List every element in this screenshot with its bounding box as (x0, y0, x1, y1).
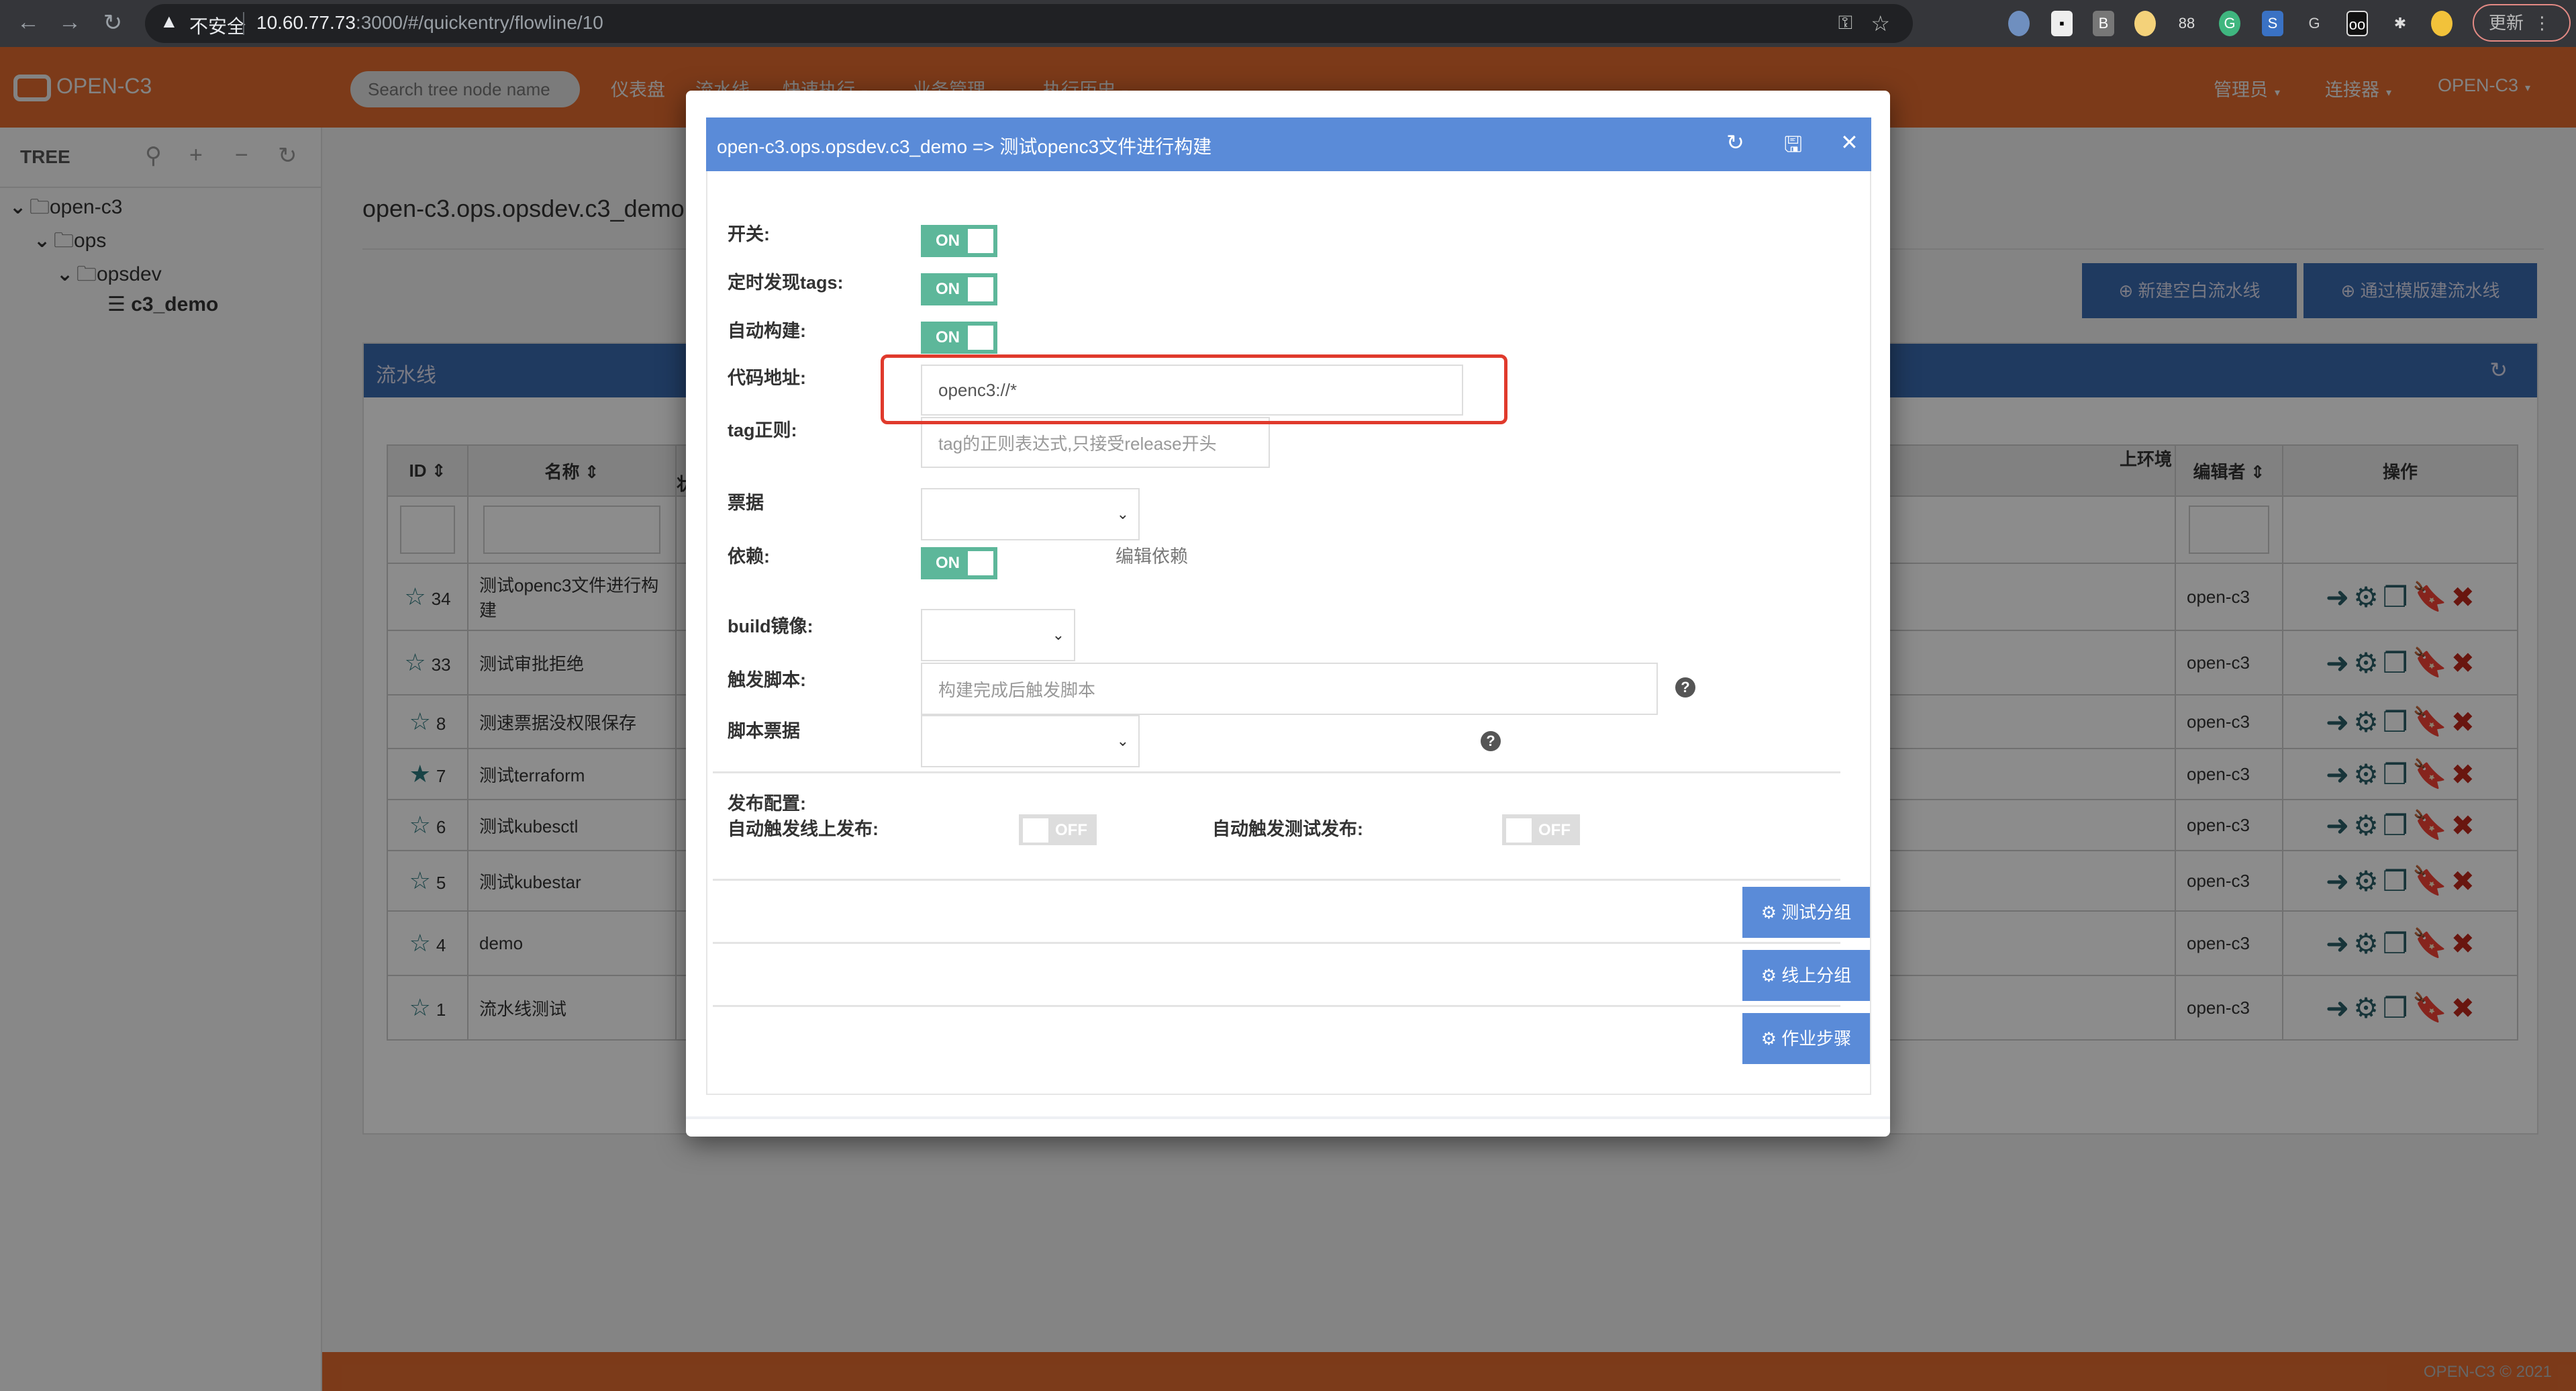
extension-icon[interactable]: G (2219, 11, 2240, 36)
tag-discover-toggle[interactable]: ON (921, 273, 997, 305)
code-address-label: 代码地址: (728, 368, 806, 388)
url-host: 10.60.77.73 (256, 12, 356, 33)
divider (713, 1005, 1840, 1007)
toggle-state: ON (936, 328, 960, 346)
tag-regex-input[interactable]: tag的正则表达式,只接受release开头 (921, 417, 1270, 468)
extension-icon[interactable]: ▪ (2051, 11, 2073, 36)
puzzle-icon[interactable]: ✱ (2389, 11, 2411, 36)
extension-icon[interactable]: 88 (2176, 11, 2197, 36)
extension-icon[interactable]: oo (2346, 11, 2368, 36)
toggle-state: OFF (1055, 821, 1087, 839)
toggle-knob (968, 277, 993, 301)
help-icon[interactable]: ? (1675, 677, 1695, 698)
toggle-knob (1023, 818, 1048, 843)
trigger-script-label: 触发脚本: (728, 670, 806, 690)
script-ticket-select[interactable]: ⌄ (921, 715, 1140, 767)
chevron-down-icon: ⌄ (1116, 506, 1129, 522)
job-steps-button[interactable]: ⚙ 作业步骤 (1742, 1013, 1870, 1064)
toggle-state: ON (936, 280, 960, 298)
modal-header: open-c3.ops.opsdev.c3_demo => 测试openc3文件… (706, 117, 1871, 171)
security-label: 不安全 (189, 16, 246, 37)
input-placeholder: tag的正则表达式,只接受release开头 (938, 433, 1217, 454)
toggle-state: ON (936, 554, 960, 572)
extension-icon[interactable]: B (2093, 11, 2114, 36)
publish-config-label: 发布配置: (728, 794, 806, 814)
dependency-toggle[interactable]: ON (921, 547, 997, 579)
ticket-label: 票据 (728, 493, 764, 513)
profile-avatar[interactable] (2431, 11, 2453, 36)
forward-icon[interactable]: → (55, 9, 85, 36)
cogs-icon: ⚙ (1761, 965, 1782, 986)
toggle-knob (968, 551, 993, 575)
auto-build-label: 自动构建: (728, 321, 806, 341)
auto-test-label: 自动触发测试发布: (1212, 819, 1363, 839)
google-icon[interactable]: G (2303, 11, 2325, 36)
auto-test-toggle[interactable]: OFF (1502, 814, 1580, 845)
modal-footer-divider (686, 1116, 1890, 1119)
build-image-select[interactable]: ⌄ (921, 609, 1075, 661)
key-icon[interactable]: ⚿ (1838, 12, 1852, 34)
edit-dependency-link[interactable]: 编辑依赖 (1116, 542, 1188, 568)
reload-icon[interactable]: ↻ (98, 9, 128, 36)
toggle-knob (968, 326, 993, 350)
close-icon[interactable]: ✕ (1840, 130, 1859, 155)
toggle-state: ON (936, 232, 960, 250)
warning-icon: ▲ (160, 11, 179, 32)
toggle-knob (968, 229, 993, 253)
refresh-icon[interactable]: ↻ (1726, 130, 1744, 155)
auto-online-toggle[interactable]: OFF (1019, 814, 1097, 845)
update-label: 更新 (2489, 13, 2524, 33)
script-ticket-label: 脚本票据 (728, 721, 800, 741)
test-group-button[interactable]: ⚙ 测试分组 (1742, 887, 1870, 938)
auto-build-toggle[interactable]: ON (921, 322, 997, 354)
extension-icon[interactable] (2008, 11, 2030, 36)
highlight-annotation (881, 354, 1507, 424)
modal-title: open-c3.ops.opsdev.c3_demo => 测试openc3文件… (717, 136, 1212, 157)
dependency-label: 依赖: (728, 546, 770, 567)
divider (713, 879, 1840, 881)
url-text[interactable]: 10.60.77.73:3000/#/quickentry/flowline/1… (256, 12, 603, 34)
toggle-state: OFF (1538, 821, 1571, 839)
divider (243, 12, 244, 35)
online-group-button[interactable]: ⚙ 线上分组 (1742, 950, 1870, 1001)
switch-label: 开关: (728, 224, 770, 244)
extension-icon[interactable]: S (2262, 11, 2283, 36)
back-icon[interactable]: ← (13, 9, 43, 36)
pipeline-config-modal: open-c3.ops.opsdev.c3_demo => 测试openc3文件… (686, 91, 1890, 1137)
browser-chrome: ← → ↻ ▲ 不安全 10.60.77.73:3000/#/quickentr… (0, 0, 2576, 47)
input-placeholder: 构建完成后触发脚本 (938, 679, 1096, 700)
divider (713, 942, 1840, 944)
save-icon[interactable]: 🖫 (1784, 130, 1802, 166)
divider (713, 771, 1840, 773)
bookmark-star-icon[interactable]: ☆ (1871, 11, 1890, 36)
auto-online-label: 自动触发线上发布: (728, 819, 879, 839)
ticket-select[interactable]: ⌄ (921, 488, 1140, 540)
tag-regex-label: tag正则: (728, 420, 797, 440)
enable-toggle[interactable]: ON (921, 225, 997, 257)
trigger-script-input[interactable]: 构建完成后触发脚本 (921, 663, 1658, 715)
cogs-icon: ⚙ (1761, 902, 1782, 922)
update-button[interactable]: 更新 ⋮ (2473, 4, 2571, 42)
chevron-down-icon: ⌄ (1116, 732, 1129, 749)
cogs-icon: ⚙ (1761, 1028, 1782, 1049)
chevron-down-icon: ⌄ (1052, 626, 1064, 643)
button-label: 测试分组 (1781, 902, 1852, 922)
button-label: 线上分组 (1781, 965, 1852, 986)
tag-discover-label: 定时发现tags: (728, 273, 844, 293)
build-image-label: build镜像: (728, 616, 813, 636)
toggle-knob (1506, 818, 1532, 843)
modal-body (706, 171, 1871, 1095)
url-path: :3000/#/quickentry/flowline/10 (355, 12, 603, 33)
extension-icon[interactable] (2134, 11, 2156, 36)
help-icon[interactable]: ? (1481, 731, 1501, 751)
button-label: 作业步骤 (1781, 1028, 1852, 1049)
address-bar[interactable]: ▲ 不安全 10.60.77.73:3000/#/quickentry/flow… (145, 4, 1913, 43)
